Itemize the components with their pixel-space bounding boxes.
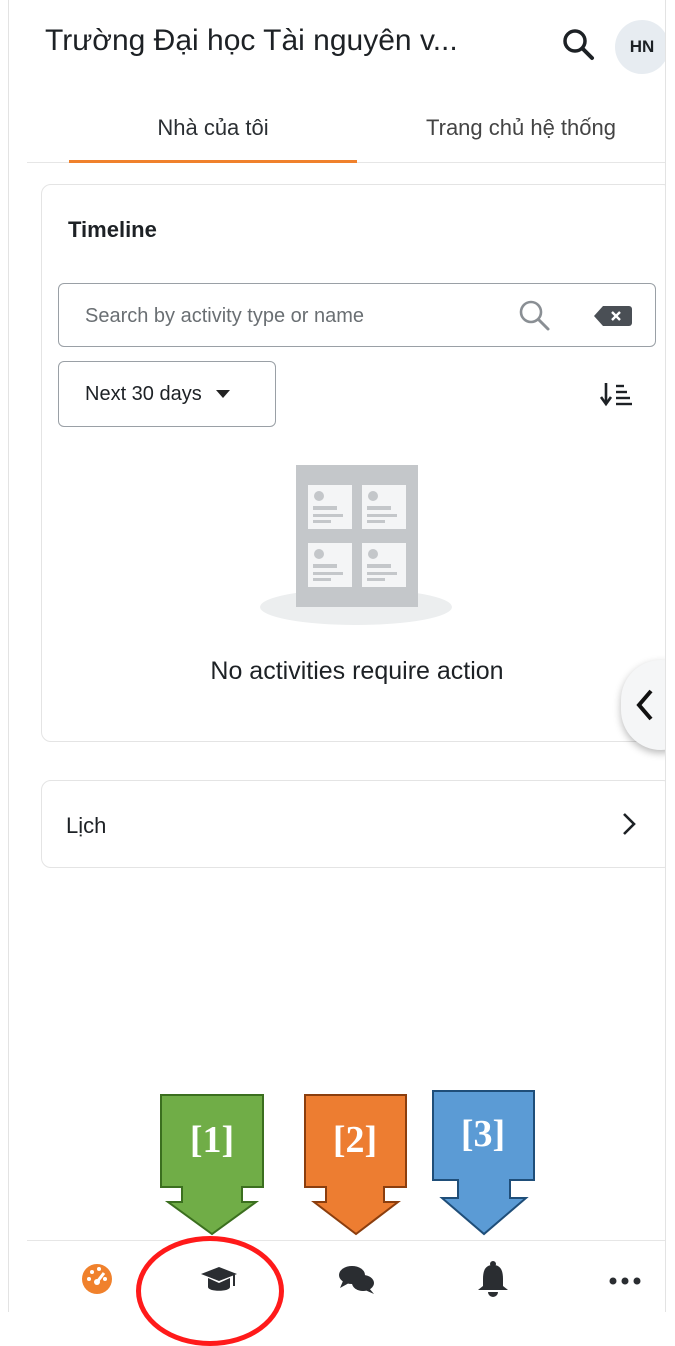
annotation-arrow-2: [2] [302,1092,410,1238]
active-tab-indicator [69,160,357,163]
annotation-arrow-1: [1] [158,1092,268,1238]
calendar-title: Lịch [66,813,107,838]
annotation-label-2: [2] [332,1119,378,1161]
date-filter-dropdown[interactable]: Next 30 days [58,361,276,427]
tab-site-home-label: Trang chủ hệ thống [426,115,616,140]
bell-icon [478,1261,508,1297]
search-icon[interactable] [517,298,551,332]
nav-more[interactable] [605,1259,645,1299]
calendar-card[interactable]: Lịch [41,780,665,868]
timeline-search-field [58,283,656,347]
annotation-arrow-3: [3] [430,1088,538,1238]
date-filter-label: Next 30 days [85,382,202,405]
empty-activities-illustration [260,465,452,625]
search-icon [563,29,594,60]
messages-icon [339,1266,374,1294]
dashboard-icon [82,1264,112,1294]
page-title: Trường Đại học Tài nguyên v... [45,24,458,57]
more-icon [609,1277,641,1285]
nav-messages[interactable] [337,1259,377,1299]
tab-bar: Nhà của tôi Trang chủ hệ thống [27,94,665,163]
highlight-circle [136,1236,284,1346]
avatar[interactable]: HN [615,20,665,74]
chevron-left-icon [636,689,653,721]
tab-my-home[interactable]: Nhà của tôi [69,94,357,163]
empty-state-message: No activities require action [210,657,504,685]
bottom-navigation [27,1240,665,1312]
tab-site-home[interactable]: Trang chủ hệ thống [389,94,653,162]
annotation-label-1: [1] [189,1119,235,1161]
sort-icon[interactable] [600,381,634,407]
timeline-search-input[interactable] [83,300,487,332]
clear-input-icon[interactable] [593,304,633,328]
timeline-title: Timeline [68,217,157,242]
tab-my-home-label: Nhà của tôi [157,115,269,140]
nav-dashboard[interactable] [79,1259,119,1299]
nav-notifications[interactable] [473,1259,513,1299]
caret-down-icon [215,390,230,398]
timeline-card: Timeline Next 30 days [41,184,665,742]
annotation-label-3: [3] [460,1113,506,1155]
search-button[interactable] [561,27,595,61]
chevron-right-icon [623,813,636,835]
